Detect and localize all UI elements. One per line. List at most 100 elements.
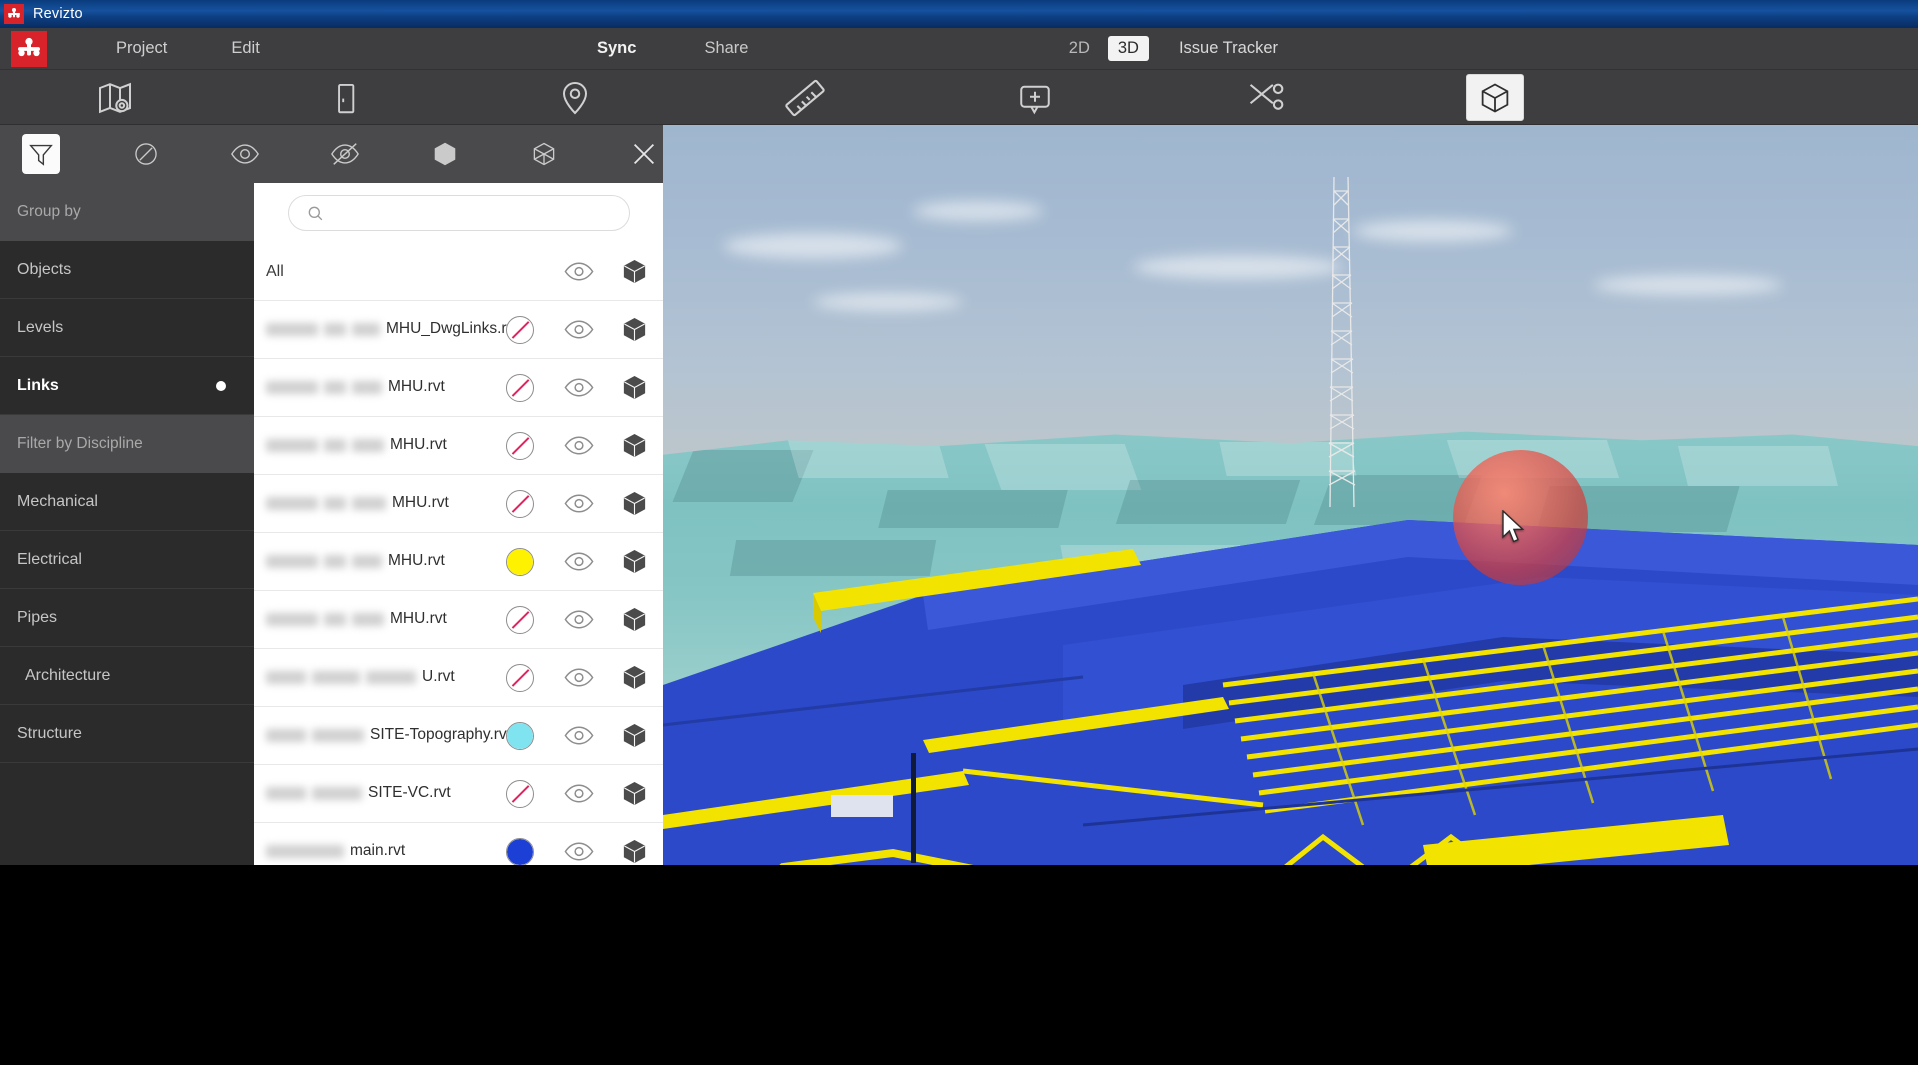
app-logo-icon[interactable] [11,30,47,67]
redacted-text [266,612,318,626]
sidebar-item-mechanical[interactable]: Mechanical [0,473,254,531]
cube-solid-icon[interactable] [621,664,649,692]
cube-solid-icon[interactable] [621,780,649,808]
sidebar-item-label: Mechanical [17,492,98,510]
cube-3d-icon[interactable] [1466,74,1524,121]
redacted-text [324,322,346,336]
cube-solid-icon[interactable] [621,838,649,866]
eye-icon[interactable] [564,493,594,515]
eye-icon[interactable] [564,725,594,747]
cube-solid-icon[interactable] [621,722,649,750]
list-row[interactable]: MHU_DwgLinks.rvt [254,301,663,359]
eye-icon[interactable] [564,783,594,805]
row-label: MHU.rvt [266,610,447,628]
list-row-all[interactable]: All [254,243,663,301]
color-swatch[interactable] [506,721,534,750]
redacted-text [266,844,344,858]
building-model [663,520,1918,865]
color-swatch[interactable] [506,489,534,518]
color-swatch[interactable] [506,837,534,866]
list-row[interactable]: U.rvt [254,649,663,707]
search-input[interactable] [333,205,594,221]
section-cut-icon[interactable] [1236,74,1294,121]
list-row[interactable]: MHU.rvt [254,359,663,417]
list-row[interactable]: SITE-Topography.rvt [254,707,663,765]
cube-solid-icon[interactable] [621,316,649,344]
list-row[interactable]: MHU.rvt [254,417,663,475]
no-color-slash [511,784,529,803]
redacted-text [352,322,380,336]
measure-ruler-icon[interactable] [776,74,834,121]
redacted-text [324,496,346,510]
redacted-text [266,554,318,568]
close-icon[interactable] [625,134,663,174]
eye-icon[interactable] [226,134,264,174]
search-box[interactable] [287,195,630,231]
list-row[interactable]: MHU.rvt [254,533,663,591]
cube-solid-icon[interactable] [621,258,649,286]
redacted-text [266,728,306,742]
sidebar-item-label: Electrical [17,550,82,568]
color-swatch[interactable] [506,663,534,692]
eye-icon[interactable] [564,609,594,631]
eye-icon[interactable] [564,435,594,457]
sidebar-item-electrical[interactable]: Electrical [0,531,254,589]
no-color-slash [511,494,529,513]
main-menu-bar: Project Edit Sync Share 2D 3D Issue Trac… [0,28,1918,70]
color-swatch[interactable] [506,315,534,344]
cube-solid-icon[interactable] [621,374,649,402]
color-fill [507,838,533,865]
list-row[interactable]: MHU.rvt [254,591,663,649]
location-pin-icon[interactable] [546,74,604,121]
row-label: MHU_DwgLinks.rvt [266,320,519,338]
cube-solid-icon[interactable] [621,490,649,518]
row-label: MHU.rvt [266,552,445,570]
selected-indicator-dot [216,380,226,391]
redacted-text [266,322,318,336]
3d-model-viewport[interactable] [663,125,1918,865]
filter-funnel-icon[interactable] [22,134,60,174]
cube-solid-icon[interactable] [426,134,464,174]
color-swatch[interactable] [506,547,534,576]
menu-share[interactable]: Share [690,39,762,58]
color-swatch[interactable] [506,373,534,402]
eye-slash-icon[interactable] [326,134,364,174]
color-swatch[interactable] [506,779,534,808]
cube-solid-icon[interactable] [621,548,649,576]
sidebar-item-architecture[interactable]: Architecture [0,647,254,705]
cube-solid-icon[interactable] [621,432,649,460]
filter-sidebar: Group by Objects Levels Links Filter by … [0,183,254,865]
issue-tracker-button[interactable]: Issue Tracker [1179,39,1278,58]
sidebar-item-objects[interactable]: Objects [0,241,254,299]
no-color-slash [511,610,529,629]
menu-edit[interactable]: Edit [217,39,273,58]
eye-icon[interactable] [564,377,594,399]
window-title-text: Revizto [33,6,83,22]
menu-sync[interactable]: Sync [583,39,650,58]
list-row[interactable]: SITE-VC.rvt [254,765,663,823]
sidebar-item-structure[interactable]: Structure [0,705,254,763]
row-label: SITE-Topography.rvt [266,726,511,744]
row-label: SITE-VC.rvt [266,784,451,802]
eye-icon[interactable] [564,319,594,341]
color-swatch[interactable] [506,605,534,634]
eye-icon[interactable] [564,841,594,863]
cube-solid-icon[interactable] [621,606,649,634]
add-markup-icon[interactable] [1006,74,1064,121]
sidebar-item-levels[interactable]: Levels [0,299,254,357]
list-row[interactable]: MHU.rvt [254,475,663,533]
sheets-map-icon[interactable] [86,74,144,121]
view-mode-2d[interactable]: 2D [1059,36,1100,61]
circle-slash-icon[interactable] [127,134,165,174]
door-panel-icon[interactable] [316,74,374,121]
color-swatch[interactable] [506,431,534,460]
eye-icon[interactable] [564,667,594,689]
eye-icon[interactable] [564,261,594,283]
cube-wireframe-icon[interactable] [526,134,564,174]
eye-icon[interactable] [564,551,594,573]
view-mode-3d[interactable]: 3D [1107,36,1149,61]
sidebar-item-links[interactable]: Links [0,357,254,415]
mouse-cursor-icon [1501,509,1527,551]
menu-project[interactable]: Project [102,39,181,58]
sidebar-item-pipes[interactable]: Pipes [0,589,254,647]
